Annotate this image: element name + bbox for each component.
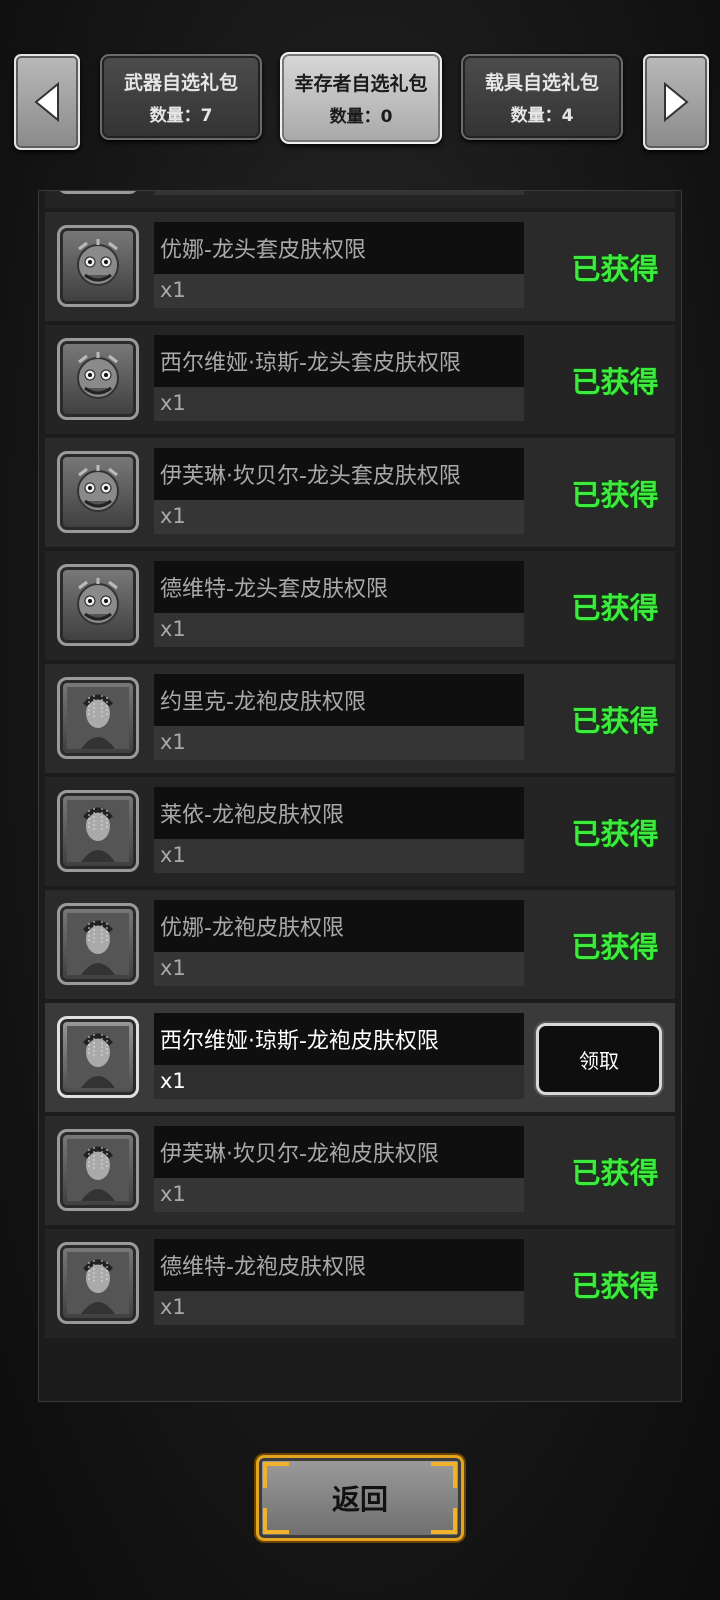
item-quantity: x1 — [154, 613, 524, 647]
dragon-mask-icon[interactable] — [57, 191, 139, 194]
item-quantity: x1 — [154, 387, 524, 421]
tab-title: 幸存者自选礼包 — [294, 73, 428, 95]
reward-list: 莱依-龙头套皮肤权限x1已获得优娜-龙头套皮肤权限x1已获得西尔维娅·琼斯-龙头… — [45, 191, 675, 1342]
obtained-status-label: 已获得 — [571, 704, 659, 738]
tab-title: 载具自选礼包 — [484, 72, 599, 94]
obtained-status-label: 已获得 — [571, 252, 659, 286]
obtained-status-label: 已获得 — [571, 591, 659, 625]
item-name: 德维特-龙袍皮肤权限 — [154, 1239, 524, 1291]
portrait-icon[interactable] — [57, 1242, 139, 1324]
item-name: 优娜-龙头套皮肤权限 — [154, 222, 524, 274]
corner-ornament — [431, 1462, 457, 1488]
corner-ornament — [263, 1508, 289, 1534]
item-quantity: x1 — [154, 1291, 524, 1325]
tab-count: 数量：7 — [149, 106, 213, 126]
list-item: 德维特-龙头套皮肤权限 x1 已获得 — [45, 551, 675, 660]
item-quantity: x1 — [154, 1065, 524, 1099]
list-item: 西尔维娅·琼斯-龙袍皮肤权限 x1 领取 — [45, 1003, 675, 1112]
list-item: 优娜-龙袍皮肤权限 x1 已获得 — [45, 890, 675, 999]
item-name: 西尔维娅·琼斯-龙袍皮肤权限 — [154, 1013, 524, 1065]
item-quantity: x1 — [154, 500, 524, 534]
obtained-status-label: 已获得 — [571, 930, 659, 964]
item-quantity: x1 — [154, 839, 524, 873]
portrait-icon[interactable] — [57, 1016, 139, 1098]
dragon-mask-icon[interactable] — [57, 338, 139, 420]
item-quantity: x1 — [154, 726, 524, 760]
tab-vehicle-pack[interactable]: 载具自选礼包 数量：4 — [461, 54, 623, 140]
list-item: 莱依-龙头套皮肤权限x1已获得 — [45, 191, 675, 208]
list-item: 约里克-龙袍皮肤权限 x1 已获得 — [45, 664, 675, 773]
reward-list-panel[interactable]: 莱依-龙头套皮肤权限x1已获得优娜-龙头套皮肤权限x1已获得西尔维娅·琼斯-龙头… — [38, 190, 682, 1402]
arrow-right-icon — [664, 81, 689, 123]
tab-survivor-pack[interactable]: 幸存者自选礼包 数量：0 — [280, 52, 442, 144]
item-name: 优娜-龙袍皮肤权限 — [154, 900, 524, 952]
obtained-status-label: 已获得 — [571, 1156, 659, 1190]
portrait-icon[interactable] — [57, 677, 139, 759]
portrait-icon[interactable] — [57, 790, 139, 872]
corner-ornament — [263, 1462, 289, 1488]
list-item: 德维特-龙袍皮肤权限 x1 已获得 — [45, 1229, 675, 1338]
item-quantity: x1 — [154, 274, 524, 308]
item-name: 西尔维娅·琼斯-龙头套皮肤权限 — [154, 335, 524, 387]
item-quantity: x1 — [154, 191, 524, 195]
item-name: 伊芙琳·坎贝尔-龙头套皮肤权限 — [154, 448, 524, 500]
obtained-status-label: 已获得 — [571, 478, 659, 512]
dragon-mask-icon[interactable] — [57, 564, 139, 646]
corner-ornament — [431, 1508, 457, 1534]
prev-tab-button[interactable] — [14, 54, 80, 150]
back-button-label: 返回 — [331, 1483, 388, 1516]
tab-weapon-pack[interactable]: 武器自选礼包 数量：7 — [100, 54, 262, 140]
item-quantity: x1 — [154, 1178, 524, 1212]
item-name: 约里克-龙袍皮肤权限 — [154, 674, 524, 726]
item-name: 莱依-龙袍皮肤权限 — [154, 787, 524, 839]
arrow-left-icon — [34, 81, 59, 123]
list-item: 优娜-龙头套皮肤权限 x1 已获得 — [45, 212, 675, 321]
item-name: 伊芙琳·坎贝尔-龙袍皮肤权限 — [154, 1126, 524, 1178]
portrait-icon[interactable] — [57, 903, 139, 985]
dragon-mask-icon[interactable] — [57, 225, 139, 307]
obtained-status-label: 已获得 — [571, 365, 659, 399]
back-button[interactable]: 返回 — [256, 1455, 464, 1541]
list-item: 伊芙琳·坎贝尔-龙头套皮肤权限 x1 已获得 — [45, 438, 675, 547]
claim-button[interactable]: 领取 — [536, 1023, 662, 1095]
tab-count: 数量：0 — [329, 107, 393, 127]
gift-pack-tab-bar: 武器自选礼包 数量：7 幸存者自选礼包 数量：0 载具自选礼包 数量：4 — [0, 50, 720, 150]
obtained-status-label: 已获得 — [571, 1269, 659, 1303]
tab-title: 武器自选礼包 — [123, 72, 238, 94]
item-quantity: x1 — [154, 952, 524, 986]
dragon-mask-icon[interactable] — [57, 451, 139, 533]
list-item: 西尔维娅·琼斯-龙头套皮肤权限 x1 已获得 — [45, 325, 675, 434]
list-item: 伊芙琳·坎贝尔-龙袍皮肤权限 x1 已获得 — [45, 1116, 675, 1225]
tab-count: 数量：4 — [510, 106, 574, 126]
next-tab-button[interactable] — [643, 54, 709, 150]
item-name: 德维特-龙头套皮肤权限 — [154, 561, 524, 613]
list-item: 莱依-龙袍皮肤权限 x1 已获得 — [45, 777, 675, 886]
obtained-status-label: 已获得 — [571, 817, 659, 851]
portrait-icon[interactable] — [57, 1129, 139, 1211]
